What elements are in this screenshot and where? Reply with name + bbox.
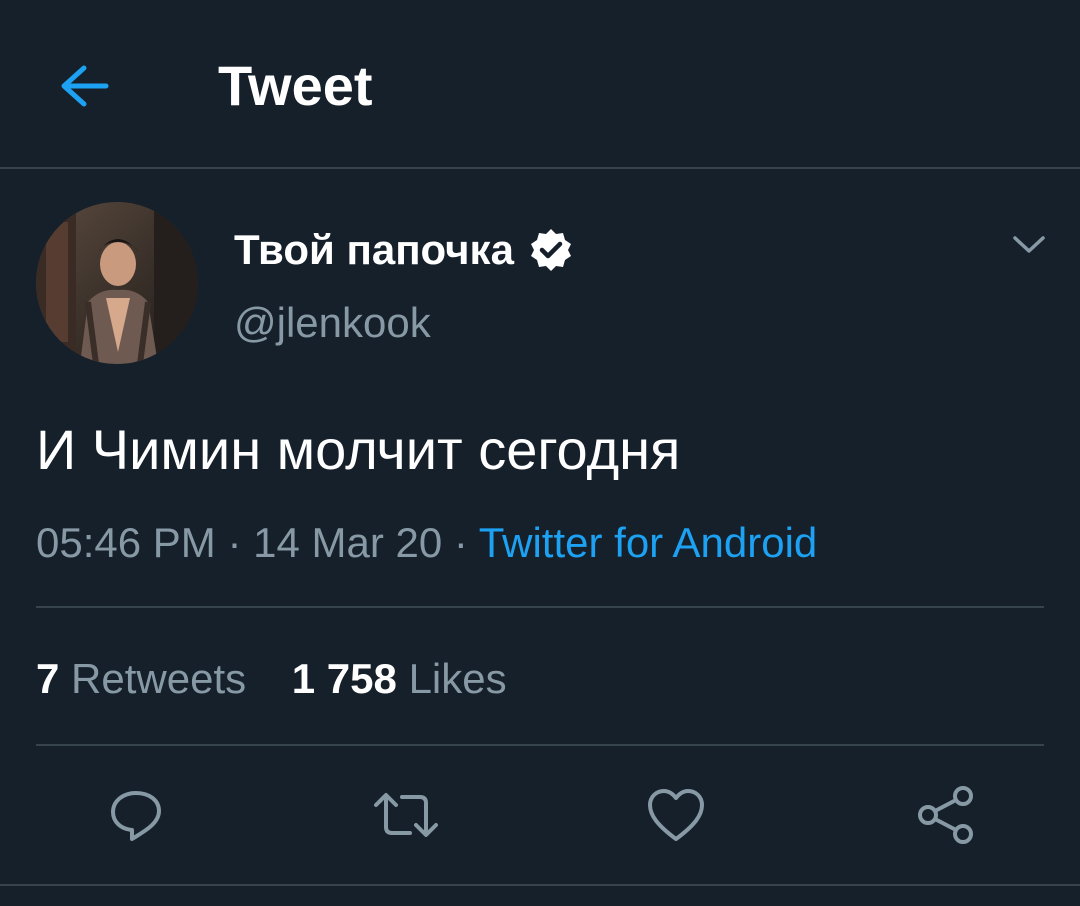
retweets-count: 7	[36, 655, 60, 702]
divider	[36, 744, 1044, 746]
avatar[interactable]	[36, 202, 198, 364]
like-button[interactable]	[636, 775, 716, 855]
retweet-button[interactable]	[366, 775, 446, 855]
back-button[interactable]	[50, 52, 118, 120]
likes-label: Likes	[408, 655, 507, 702]
tweet-metadata: 05:46 PM · 14 Mar 20 · Twitter for Andro…	[36, 518, 817, 568]
divider	[36, 606, 1044, 608]
top-app-bar: Tweet	[0, 0, 1080, 169]
share-button[interactable]	[906, 775, 986, 855]
author-display-name[interactable]: Твой папочка	[234, 224, 574, 276]
retweets-stat[interactable]: 7 Retweets	[36, 654, 246, 704]
tweet-text: И Чимин молчит сегодня	[36, 418, 681, 481]
tweet-source-link[interactable]: Twitter for Android	[479, 519, 817, 566]
likes-count: 1 758	[291, 655, 397, 702]
like-icon	[648, 789, 704, 841]
retweets-label: Retweets	[71, 655, 247, 702]
meta-separator: ·	[442, 519, 479, 566]
action-bar	[0, 775, 1080, 855]
page-title: Tweet	[218, 54, 373, 117]
likes-stat[interactable]: 1 758 Likes	[292, 654, 507, 704]
author-handle[interactable]: @jlenkook	[234, 298, 431, 348]
tweet-detail-screen: Tweet Твой папочка @jlenkook И Чимин мол…	[0, 0, 1080, 906]
engagement-stats: 7 Retweets 1 758 Likes	[36, 654, 507, 704]
avatar-image	[36, 202, 198, 364]
reply-icon	[111, 791, 161, 841]
tweet-date: 14 Mar 20	[253, 519, 443, 566]
tweet-time: 05:46 PM	[36, 519, 216, 566]
display-name-text: Твой папочка	[234, 226, 514, 273]
meta-separator: ·	[215, 519, 254, 566]
share-icon	[918, 786, 973, 844]
back-arrow-icon	[61, 65, 109, 107]
verified-badge-icon	[530, 229, 571, 271]
reply-button[interactable]	[96, 775, 176, 855]
divider	[0, 884, 1080, 886]
retweet-icon	[374, 793, 438, 837]
chevron-down-icon	[1013, 236, 1045, 253]
tweet-menu-button[interactable]	[1006, 222, 1052, 268]
